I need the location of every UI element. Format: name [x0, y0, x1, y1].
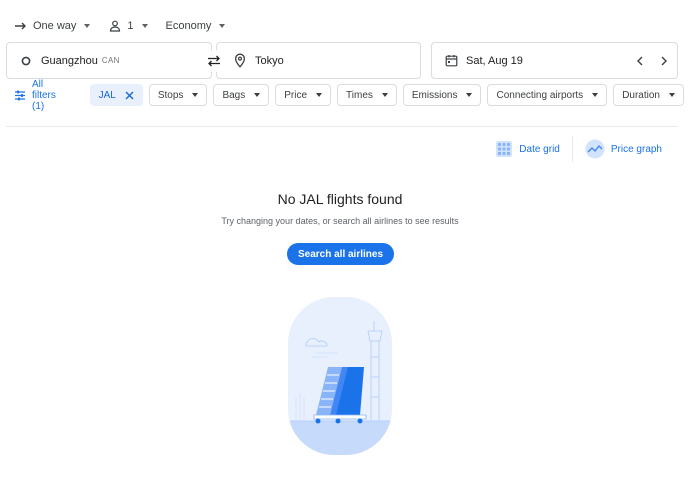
destination-field[interactable]: Tokyo	[216, 42, 421, 79]
swap-arrows-icon	[206, 54, 222, 68]
chip-label: Price	[284, 89, 308, 101]
chevron-left-icon	[636, 56, 644, 66]
airline-filter-chip[interactable]: JAL	[89, 84, 143, 106]
date-grid-icon	[495, 140, 513, 158]
all-filters-button[interactable]: All filters (1)	[6, 79, 78, 112]
chevron-down-icon	[381, 93, 388, 97]
date-grid-button[interactable]: Date grid	[495, 140, 560, 158]
airplane-stairs-illustration	[288, 297, 392, 462]
chevron-down-icon	[669, 93, 675, 97]
emissions-filter-chip[interactable]: Emissions	[402, 84, 482, 106]
airline-chip-label: JAL	[98, 89, 116, 101]
chevron-down-icon	[84, 24, 91, 28]
connecting-airports-filter-chip[interactable]: Connecting airports	[487, 84, 608, 106]
chip-label: Duration	[622, 89, 660, 101]
next-date-button[interactable]	[653, 50, 675, 72]
passengers-select[interactable]: 1	[102, 14, 153, 38]
origin-city: Guangzhou	[41, 54, 98, 67]
chevron-down-icon	[592, 93, 599, 97]
swap-button[interactable]	[201, 50, 227, 72]
chevron-down-icon	[254, 93, 261, 97]
chevron-down-icon	[316, 93, 323, 97]
view-separator	[571, 136, 573, 162]
all-filters-label: All filters (1)	[32, 78, 56, 112]
origin-circle-icon	[19, 54, 33, 68]
empty-state-subtitle: Try changing your dates, or search all a…	[221, 216, 459, 226]
person-icon	[108, 19, 122, 33]
filter-sliders-icon	[14, 90, 26, 101]
empty-state-title: No JAL flights found	[277, 191, 403, 207]
price-graph-button[interactable]: Price graph	[585, 139, 662, 159]
date-grid-label: Date grid	[519, 143, 560, 155]
previous-date-button[interactable]	[629, 50, 651, 72]
price-graph-icon	[585, 139, 605, 159]
chevron-down-icon	[219, 24, 226, 28]
passengers-count: 1	[127, 20, 134, 32]
stops-filter-chip[interactable]: Stops	[148, 84, 208, 106]
cabin-class-label: Economy	[165, 20, 212, 32]
chip-label: Connecting airports	[496, 89, 584, 101]
section-divider	[6, 126, 678, 127]
duration-filter-chip[interactable]: Duration	[613, 84, 684, 106]
price-filter-chip[interactable]: Price	[275, 84, 332, 106]
chevron-down-icon	[141, 24, 148, 28]
close-icon[interactable]	[125, 91, 134, 100]
filter-bar: All filters (1) JAL Stops Bags Price Tim…	[6, 79, 690, 112]
chip-label: Stops	[157, 89, 184, 101]
price-graph-label: Price graph	[610, 143, 662, 155]
bags-filter-chip[interactable]: Bags	[213, 84, 270, 106]
calendar-icon	[444, 54, 458, 68]
departure-date-field[interactable]: Sat, Aug 19	[431, 42, 678, 79]
trip-options-row: One way 1 Economy	[8, 14, 237, 38]
chip-label: Emissions	[411, 89, 458, 101]
cabin-class-select[interactable]: Economy	[160, 14, 232, 38]
departure-date: Sat, Aug 19	[466, 54, 523, 67]
chip-label: Times	[346, 89, 373, 101]
origin-airport-code: CAN	[101, 56, 120, 65]
trip-type-select[interactable]: One way	[8, 14, 96, 38]
chevron-down-icon	[466, 93, 473, 97]
view-toggles: Date grid Price graph	[495, 136, 662, 162]
search-all-airlines-button[interactable]: Search all airlines	[287, 243, 394, 265]
date-navigation	[629, 50, 677, 72]
destination-city: Tokyo	[255, 54, 284, 67]
times-filter-chip[interactable]: Times	[337, 84, 397, 106]
chevron-down-icon	[192, 93, 199, 97]
location-pin-icon	[233, 53, 247, 68]
chip-label: Bags	[222, 89, 246, 101]
origin-field[interactable]: Guangzhou CAN	[6, 42, 212, 79]
trip-type-label: One way	[33, 20, 77, 32]
arrow-right-icon	[14, 19, 28, 33]
chevron-right-icon	[660, 56, 668, 66]
